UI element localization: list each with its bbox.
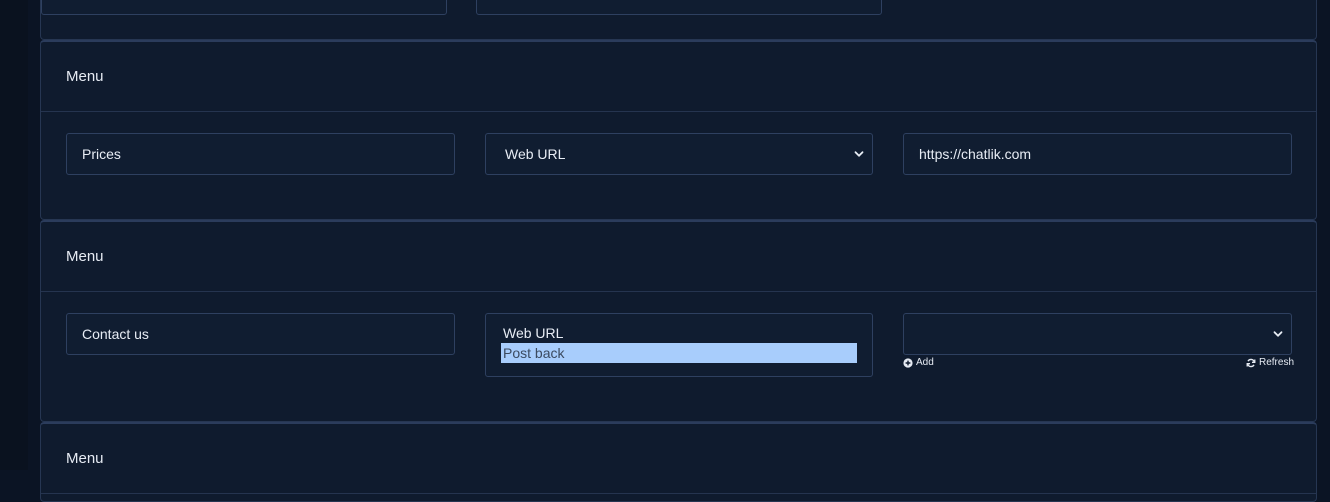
menu-title-value: Prices <box>82 146 121 162</box>
menu-title-value: Contact us <box>82 326 149 342</box>
refresh-icon <box>1246 358 1256 367</box>
menu-title-input[interactable]: Prices <box>66 133 455 175</box>
option-web-url[interactable]: Web URL <box>501 323 857 343</box>
menu-title-input[interactable]: Contact us <box>66 313 455 355</box>
card-header: Menu <box>41 424 1316 494</box>
menu-card-3: Menu <box>40 422 1317 502</box>
menu-card-2: Menu Contact us Web URL Post back Add Re… <box>40 220 1317 422</box>
menu-url-value: https://chatlik.com <box>919 146 1032 162</box>
chevron-down-icon <box>1273 331 1283 337</box>
plus-circle-icon <box>903 357 913 368</box>
menu-type-listbox[interactable]: Web URL Post back <box>485 313 873 377</box>
menu-card-previous <box>40 0 1317 40</box>
previous-title-field[interactable] <box>41 0 447 15</box>
chevron-down-icon <box>854 151 864 157</box>
menu-card-1: Menu Prices Web URL https://chatlik.com <box>40 40 1317 220</box>
option-post-back[interactable]: Post back <box>501 343 857 363</box>
card-header: Menu <box>41 222 1316 292</box>
menu-url-input[interactable]: https://chatlik.com <box>903 133 1292 175</box>
menu-type-value: Web URL <box>505 146 566 162</box>
refresh-button[interactable]: Refresh <box>1246 357 1294 368</box>
postback-select[interactable] <box>903 313 1292 355</box>
refresh-label: Refresh <box>1259 357 1295 368</box>
sidebar-edge <box>0 0 28 470</box>
previous-type-field[interactable] <box>476 0 882 15</box>
add-label: Add <box>916 357 934 368</box>
card-header: Menu <box>41 42 1316 112</box>
menu-type-select[interactable]: Web URL <box>485 133 873 175</box>
add-button[interactable]: Add <box>903 357 934 368</box>
